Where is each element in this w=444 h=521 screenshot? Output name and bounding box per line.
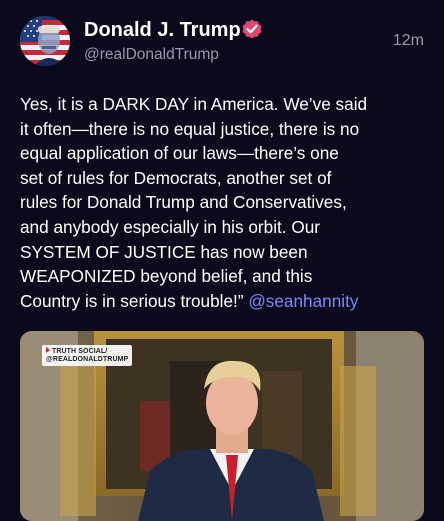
author-display-name[interactable]: Donald J. Trump [84,19,241,42]
mention-link[interactable]: @seanhannity [248,291,358,311]
author-handle[interactable]: @realDonaldTrump [84,46,219,64]
post-text-line: equal application of our laws—there’s on… [20,143,339,164]
post-text-line: rules for Donald Trump and Conservatives… [20,192,347,213]
post-text-line: and anybody especially in his orbit. Our [20,216,320,237]
post-text-line: set of rules for Democrats, another set … [20,167,332,188]
avatar[interactable] [20,16,70,66]
truth-social-watermark: TRUTH SOCIAL/ @REALDONALDTRUMP [42,345,133,366]
watermark-text: TRUTH SOCIAL/ [52,348,108,355]
post-timestamp[interactable]: 12m [393,32,424,50]
watermark-handle: @REALDONALDTRUMP [46,356,129,363]
post-text-line: WEAPONIZED beyond belief, and this [20,266,313,287]
post-body: Yes, it is a DARK DAY in America. We’ve … [20,92,425,313]
post-text-line: Yes, it is a DARK DAY in America. We’ve … [20,94,368,114]
post-text-line: SYSTEM OF JUSTICE has now been [20,241,308,262]
flag-portrait-avatar-icon [20,16,70,66]
verified-badge-icon [242,19,262,39]
post-text-line: Country is in serious trouble!” [20,290,249,311]
post-text-line: it often—there is no equal justice, ther… [20,118,360,139]
play-icon [46,347,50,353]
watermark-line: TRUTH SOCIAL/ [46,347,128,356]
post-card: Donald J. Trump @realDonaldTrump 12m Yes… [0,0,444,521]
